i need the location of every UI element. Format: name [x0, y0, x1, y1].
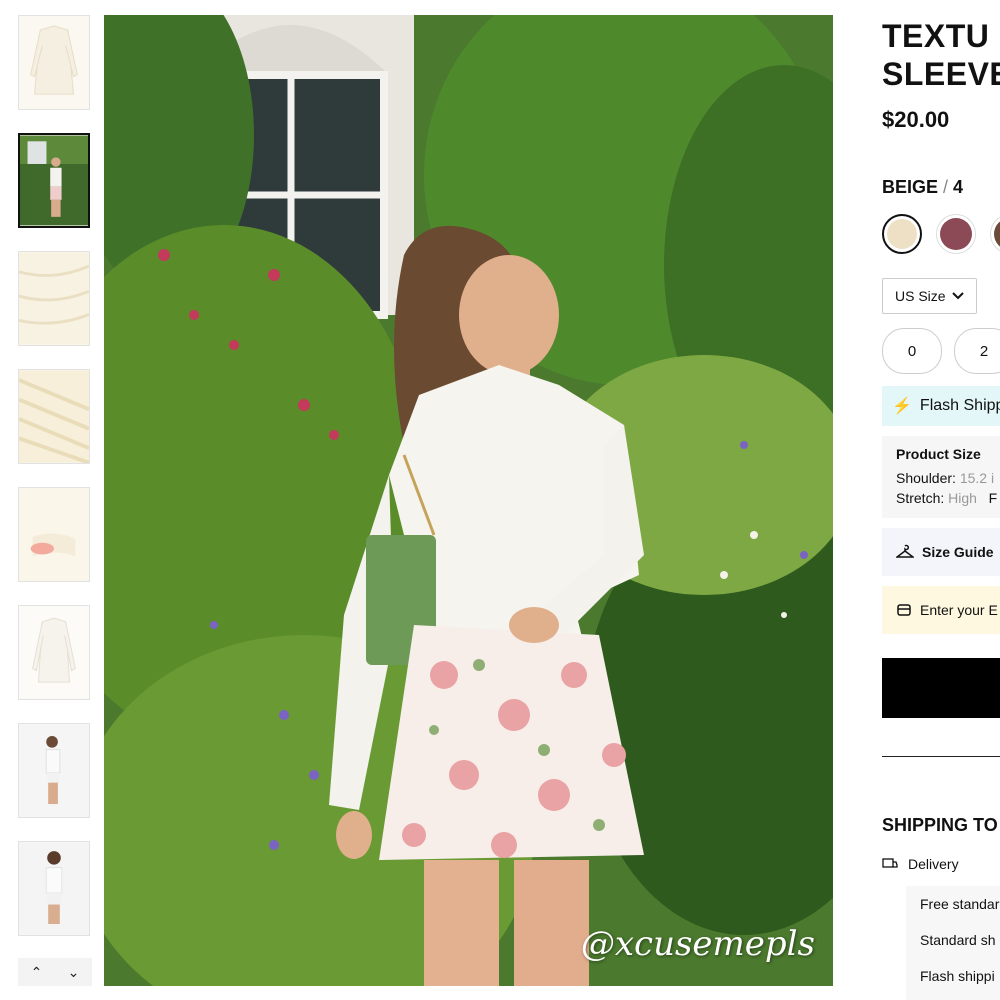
size-option-2[interactable]: 2 — [954, 328, 1000, 374]
lightning-icon: ⚡ — [892, 398, 912, 415]
shipping-option: Free standar — [920, 896, 1000, 912]
thumb-fabric-detail-2[interactable] — [18, 369, 90, 464]
size-options: 0 2 — [882, 328, 1000, 374]
add-to-bag-button[interactable] — [882, 658, 1000, 718]
enter-info-banner[interactable]: Enter your E — [882, 586, 1000, 634]
stretch-value: High — [948, 490, 977, 506]
thumb-model-white-1[interactable] — [18, 723, 90, 818]
swatch-beige[interactable] — [882, 214, 922, 254]
delivery-label: Delivery — [908, 856, 959, 872]
size-option-0[interactable]: 0 — [882, 328, 942, 374]
model-garden-photo — [104, 15, 833, 986]
product-title-line1: TEXTU — [882, 18, 990, 54]
shipping-heading: SHIPPING TO — [882, 815, 998, 835]
chevron-down-icon — [951, 292, 964, 300]
shipping-option: Flash shippi — [920, 968, 995, 984]
chevron-up-icon[interactable]: ⌃ — [31, 964, 43, 981]
shipping-option: Standard sh — [920, 932, 996, 948]
product-size-heading: Product Size — [896, 446, 981, 462]
ruler-icon — [897, 604, 911, 616]
size-system-label: US Size — [895, 288, 946, 304]
hanger-icon — [896, 544, 914, 558]
selected-size: 4 — [953, 177, 964, 197]
product-title-line2: SLEEVE — [882, 56, 1000, 92]
product-price: $20.00 — [882, 107, 950, 132]
watermark-text: @xcusemepls — [580, 924, 815, 964]
thumb-fabric-detail-1[interactable] — [18, 251, 90, 346]
shoulder-row: Shoulder: 15.2 i — [896, 468, 994, 488]
flash-shipping-label: Flash Shipp — [919, 397, 1000, 414]
thumb-shirt-front[interactable] — [18, 605, 90, 700]
shoulder-value: 15.2 i — [959, 470, 995, 486]
shipping-options: Free standar Standard sh Flash shippi — [906, 886, 1000, 1000]
delivery-row: Delivery — [882, 856, 1000, 872]
stretch-row: Stretch: High F — [896, 488, 997, 508]
product-title: TEXTU SLEEVE — [882, 17, 1000, 93]
color-swatches — [882, 214, 1000, 254]
thumb-model-garden[interactable] — [18, 133, 90, 228]
stretch-label: Stretch: — [896, 490, 945, 506]
thumbnail-nav: ⌃ ⌄ — [18, 958, 92, 986]
swatch-mauve[interactable] — [936, 214, 976, 254]
swatch-brown[interactable] — [990, 214, 1000, 254]
color-name: BEIGE — [882, 177, 939, 197]
size-guide-link[interactable]: Size Guide — [882, 528, 1000, 576]
product-size-box: Product Size Shoulder: 15.2 i Stretch: H… — [882, 436, 1000, 518]
thumbnail-list — [18, 15, 92, 959]
flash-shipping-banner: ⚡ Flash Shipp — [882, 386, 1000, 426]
selected-variant: BEIGE / 4 — [882, 177, 1000, 198]
size-system-dropdown[interactable]: US Size — [882, 278, 977, 314]
section-divider — [882, 756, 1000, 757]
shoulder-label: Shoulder: — [896, 470, 956, 486]
thumb-model-white-2[interactable] — [18, 841, 90, 936]
thumb-shirt-flat[interactable] — [18, 15, 90, 110]
chevron-down-icon[interactable]: ⌄ — [68, 964, 80, 981]
main-product-image[interactable]: @xcusemepls — [104, 15, 833, 986]
variant-separator: / — [938, 177, 954, 197]
product-info-panel: TEXTU SLEEVE $20.00 BEIGE / 4 US Size 0 … — [882, 15, 1000, 1000]
stretch-extra: F — [988, 490, 998, 506]
thumb-fabric-cuff[interactable] — [18, 487, 90, 582]
size-guide-label: Size Guide — [922, 544, 994, 560]
enter-info-label: Enter your E — [920, 602, 998, 618]
delivery-icon — [882, 858, 898, 868]
